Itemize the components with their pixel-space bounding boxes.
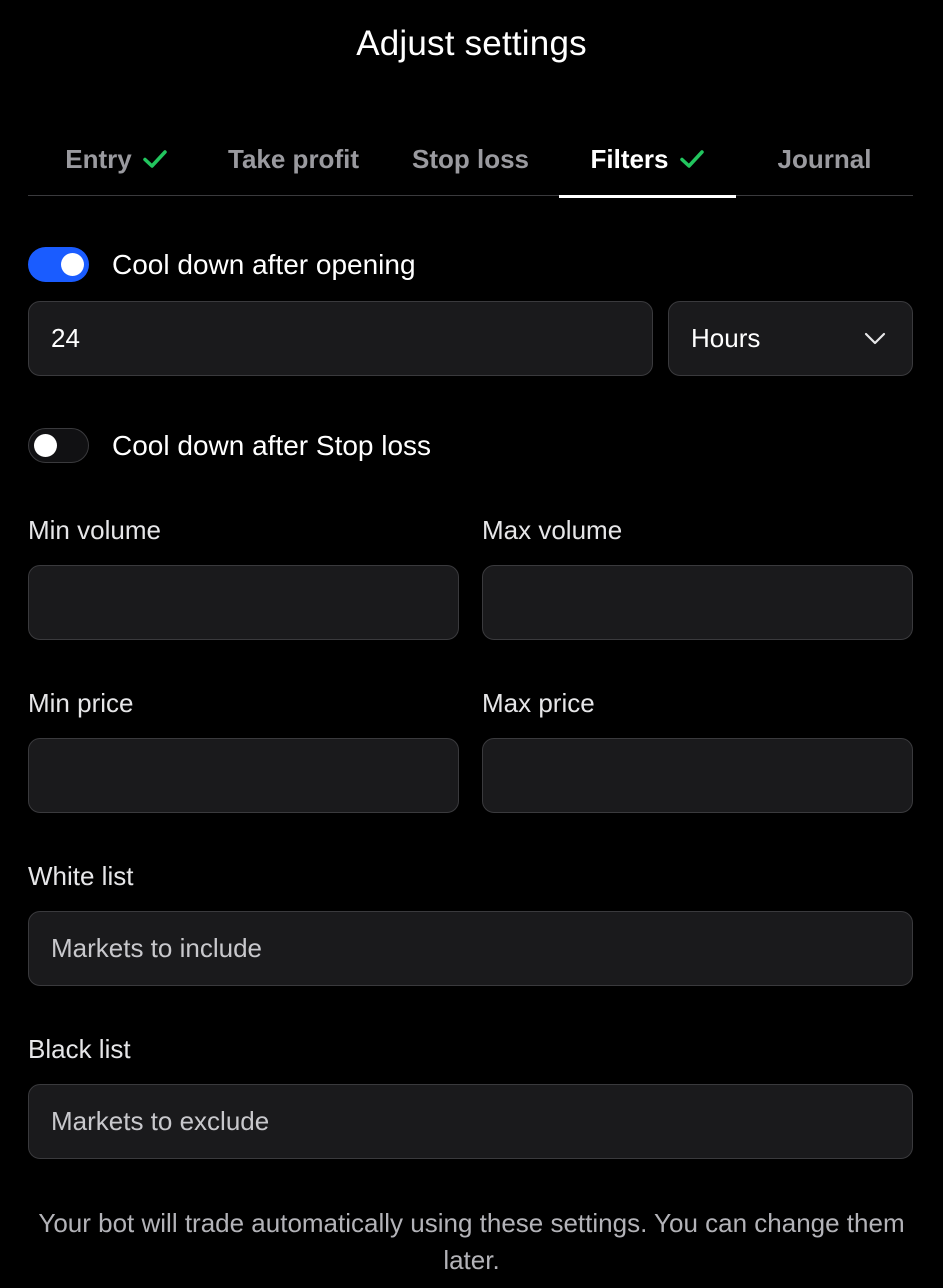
tab-bar: Entry Take profit Stop loss Filters Jour… bbox=[28, 122, 913, 198]
min-price-input[interactable] bbox=[28, 738, 459, 813]
tab-journal[interactable]: Journal bbox=[736, 122, 913, 196]
cooldown-stoploss-toggle[interactable] bbox=[28, 428, 89, 463]
tab-label: Entry bbox=[65, 143, 132, 174]
settings-panel: Adjust settings Entry Take profit Stop l… bbox=[0, 0, 943, 1288]
min-price-label: Min price bbox=[28, 688, 134, 718]
tab-label: Stop loss bbox=[411, 143, 529, 174]
max-price-input[interactable] bbox=[482, 738, 913, 813]
max-volume-input[interactable] bbox=[482, 565, 913, 640]
tab-label: Journal bbox=[777, 143, 872, 174]
black-list-label: Black list bbox=[28, 1034, 131, 1064]
max-price-label: Max price bbox=[482, 688, 595, 718]
page-title: Adjust settings bbox=[356, 24, 587, 63]
tab-entry[interactable]: Entry bbox=[28, 122, 205, 196]
tab-stop-loss[interactable]: Stop loss bbox=[382, 122, 559, 196]
white-list-placeholder: Markets to include bbox=[51, 933, 262, 963]
black-list-input[interactable]: Markets to exclude bbox=[28, 1084, 913, 1159]
max-volume-label: Max volume bbox=[482, 515, 623, 545]
checkmark-icon bbox=[142, 150, 167, 168]
checkmark-icon bbox=[679, 150, 704, 168]
chevron-down-icon bbox=[864, 332, 886, 344]
min-volume-input[interactable] bbox=[28, 565, 459, 640]
footer-note: Your bot will trade automatically using … bbox=[38, 1208, 905, 1275]
white-list-input[interactable]: Markets to include bbox=[28, 911, 913, 986]
cooldown-duration-input[interactable]: 24 bbox=[28, 301, 653, 376]
white-list-label: White list bbox=[28, 861, 134, 891]
tab-take-profit[interactable]: Take profit bbox=[205, 122, 382, 196]
toggle-knob bbox=[34, 433, 57, 457]
black-list-placeholder: Markets to exclude bbox=[51, 1106, 270, 1136]
cooldown-opening-toggle[interactable] bbox=[28, 247, 89, 282]
tab-label: Take profit bbox=[228, 143, 359, 174]
cooldown-stoploss-label: Cool down after Stop loss bbox=[112, 429, 432, 461]
cooldown-stoploss-row: Cool down after Stop loss bbox=[28, 428, 431, 463]
tab-filters[interactable]: Filters bbox=[559, 122, 736, 198]
cooldown-unit-select[interactable]: Hours bbox=[668, 301, 913, 376]
cooldown-unit-value: Hours bbox=[691, 323, 761, 353]
tab-label: Filters bbox=[590, 143, 669, 174]
cooldown-duration-value: 24 bbox=[51, 323, 80, 353]
cooldown-opening-row: Cool down after opening bbox=[28, 247, 416, 282]
toggle-knob bbox=[61, 253, 84, 276]
min-volume-label: Min volume bbox=[28, 515, 161, 545]
cooldown-opening-label: Cool down after opening bbox=[112, 248, 416, 280]
